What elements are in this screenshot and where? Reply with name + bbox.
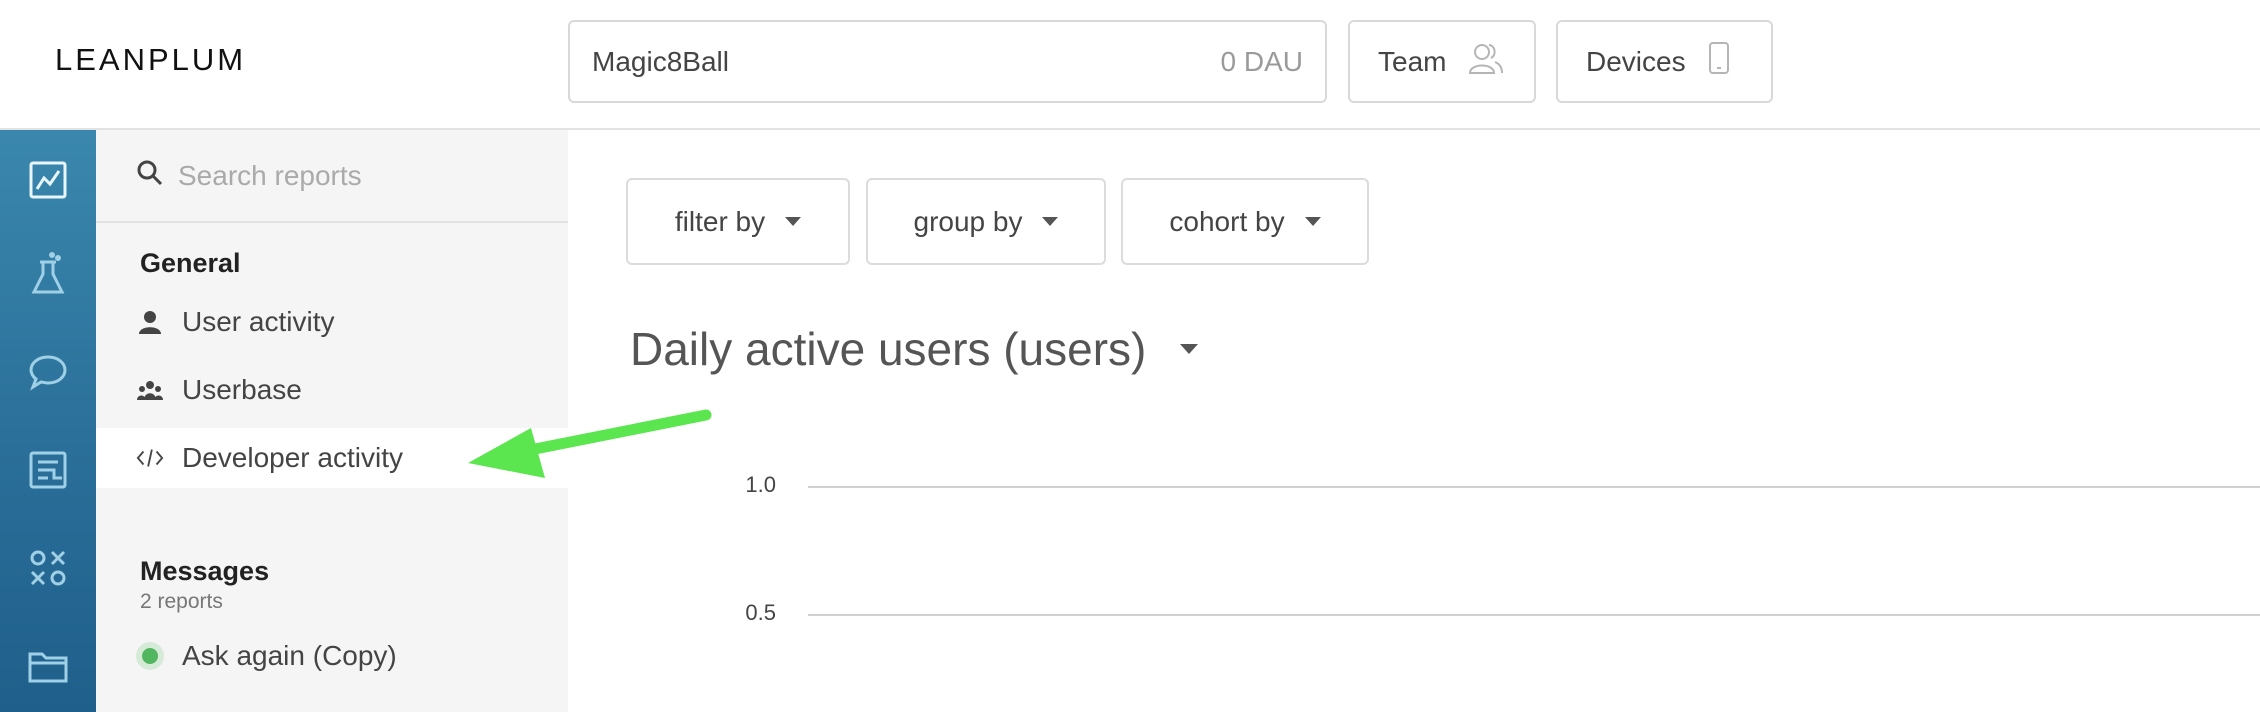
chevron-down-icon — [1042, 217, 1059, 226]
team-label: Team — [1378, 45, 1447, 77]
dau-count: 0 DAU — [1220, 45, 1303, 77]
nav-item-user-activity[interactable]: User activity — [96, 292, 568, 352]
devices-label: Devices — [1586, 45, 1686, 77]
cohort-by-dropdown[interactable]: cohort by — [1121, 178, 1369, 265]
leanplum-logo[interactable]: LEANPLUM — [55, 42, 246, 78]
analytics-icon[interactable] — [22, 154, 74, 206]
report-title-selector[interactable]: Daily active users (users) — [630, 322, 1199, 376]
campaign-icon[interactable] — [22, 444, 74, 496]
device-icon — [1708, 41, 1730, 82]
nav-item-label: Userbase — [182, 374, 302, 405]
group-by-label: group by — [913, 205, 1023, 237]
search-input[interactable] — [178, 159, 538, 192]
report-main: filter by group by cohort by Daily activ… — [568, 130, 2260, 712]
reports-sidebar: General User activity Userbase Developer… — [96, 130, 568, 712]
code-icon — [136, 447, 164, 469]
messages-icon[interactable] — [22, 346, 74, 398]
gridline — [808, 614, 2260, 616]
nav-item-label: Ask again (Copy) — [182, 640, 397, 671]
userbase-icon — [136, 380, 164, 400]
team-icon — [1468, 41, 1504, 82]
team-button[interactable]: Team — [1348, 20, 1536, 103]
nav-item-label: User activity — [182, 306, 335, 337]
report-title: Daily active users (users) — [630, 323, 1147, 375]
devices-button[interactable]: Devices — [1556, 20, 1773, 103]
user-icon — [136, 310, 164, 334]
app-nav-rail — [0, 130, 96, 712]
ab-test-icon[interactable] — [22, 248, 74, 300]
nav-item-ask-again-copy[interactable]: Ask again (Copy) — [96, 626, 568, 686]
app-selector[interactable]: Magic8Ball 0 DAU — [568, 20, 1327, 103]
search-icon — [136, 159, 164, 192]
app-name: Magic8Ball — [592, 45, 729, 77]
status-dot-icon — [136, 642, 164, 670]
nav-item-userbase[interactable]: Userbase — [96, 360, 568, 420]
cohort-by-label: cohort by — [1169, 205, 1285, 237]
section-title-messages: Messages — [140, 556, 270, 586]
gridline — [808, 486, 2260, 488]
chevron-down-icon — [1180, 344, 1199, 354]
section-subtitle-messages: 2 reports — [140, 590, 223, 613]
nav-item-developer-activity[interactable]: Developer activity — [96, 428, 568, 488]
files-icon[interactable] — [22, 640, 74, 692]
group-by-dropdown[interactable]: group by — [866, 178, 1106, 265]
top-header: LEANPLUM Magic8Ball 0 DAU Team Devices — [0, 0, 2260, 130]
report-search — [96, 130, 568, 223]
chevron-down-icon — [1304, 217, 1321, 226]
y-tick-label: 0.5 — [745, 600, 776, 625]
filter-by-dropdown[interactable]: filter by — [626, 178, 850, 265]
chevron-down-icon — [785, 217, 802, 226]
filter-by-label: filter by — [674, 205, 766, 237]
y-tick-label: 1.0 — [745, 472, 776, 497]
nav-item-label: Developer activity — [182, 442, 403, 473]
section-title-general: General — [140, 248, 241, 278]
variables-icon[interactable] — [22, 542, 74, 594]
